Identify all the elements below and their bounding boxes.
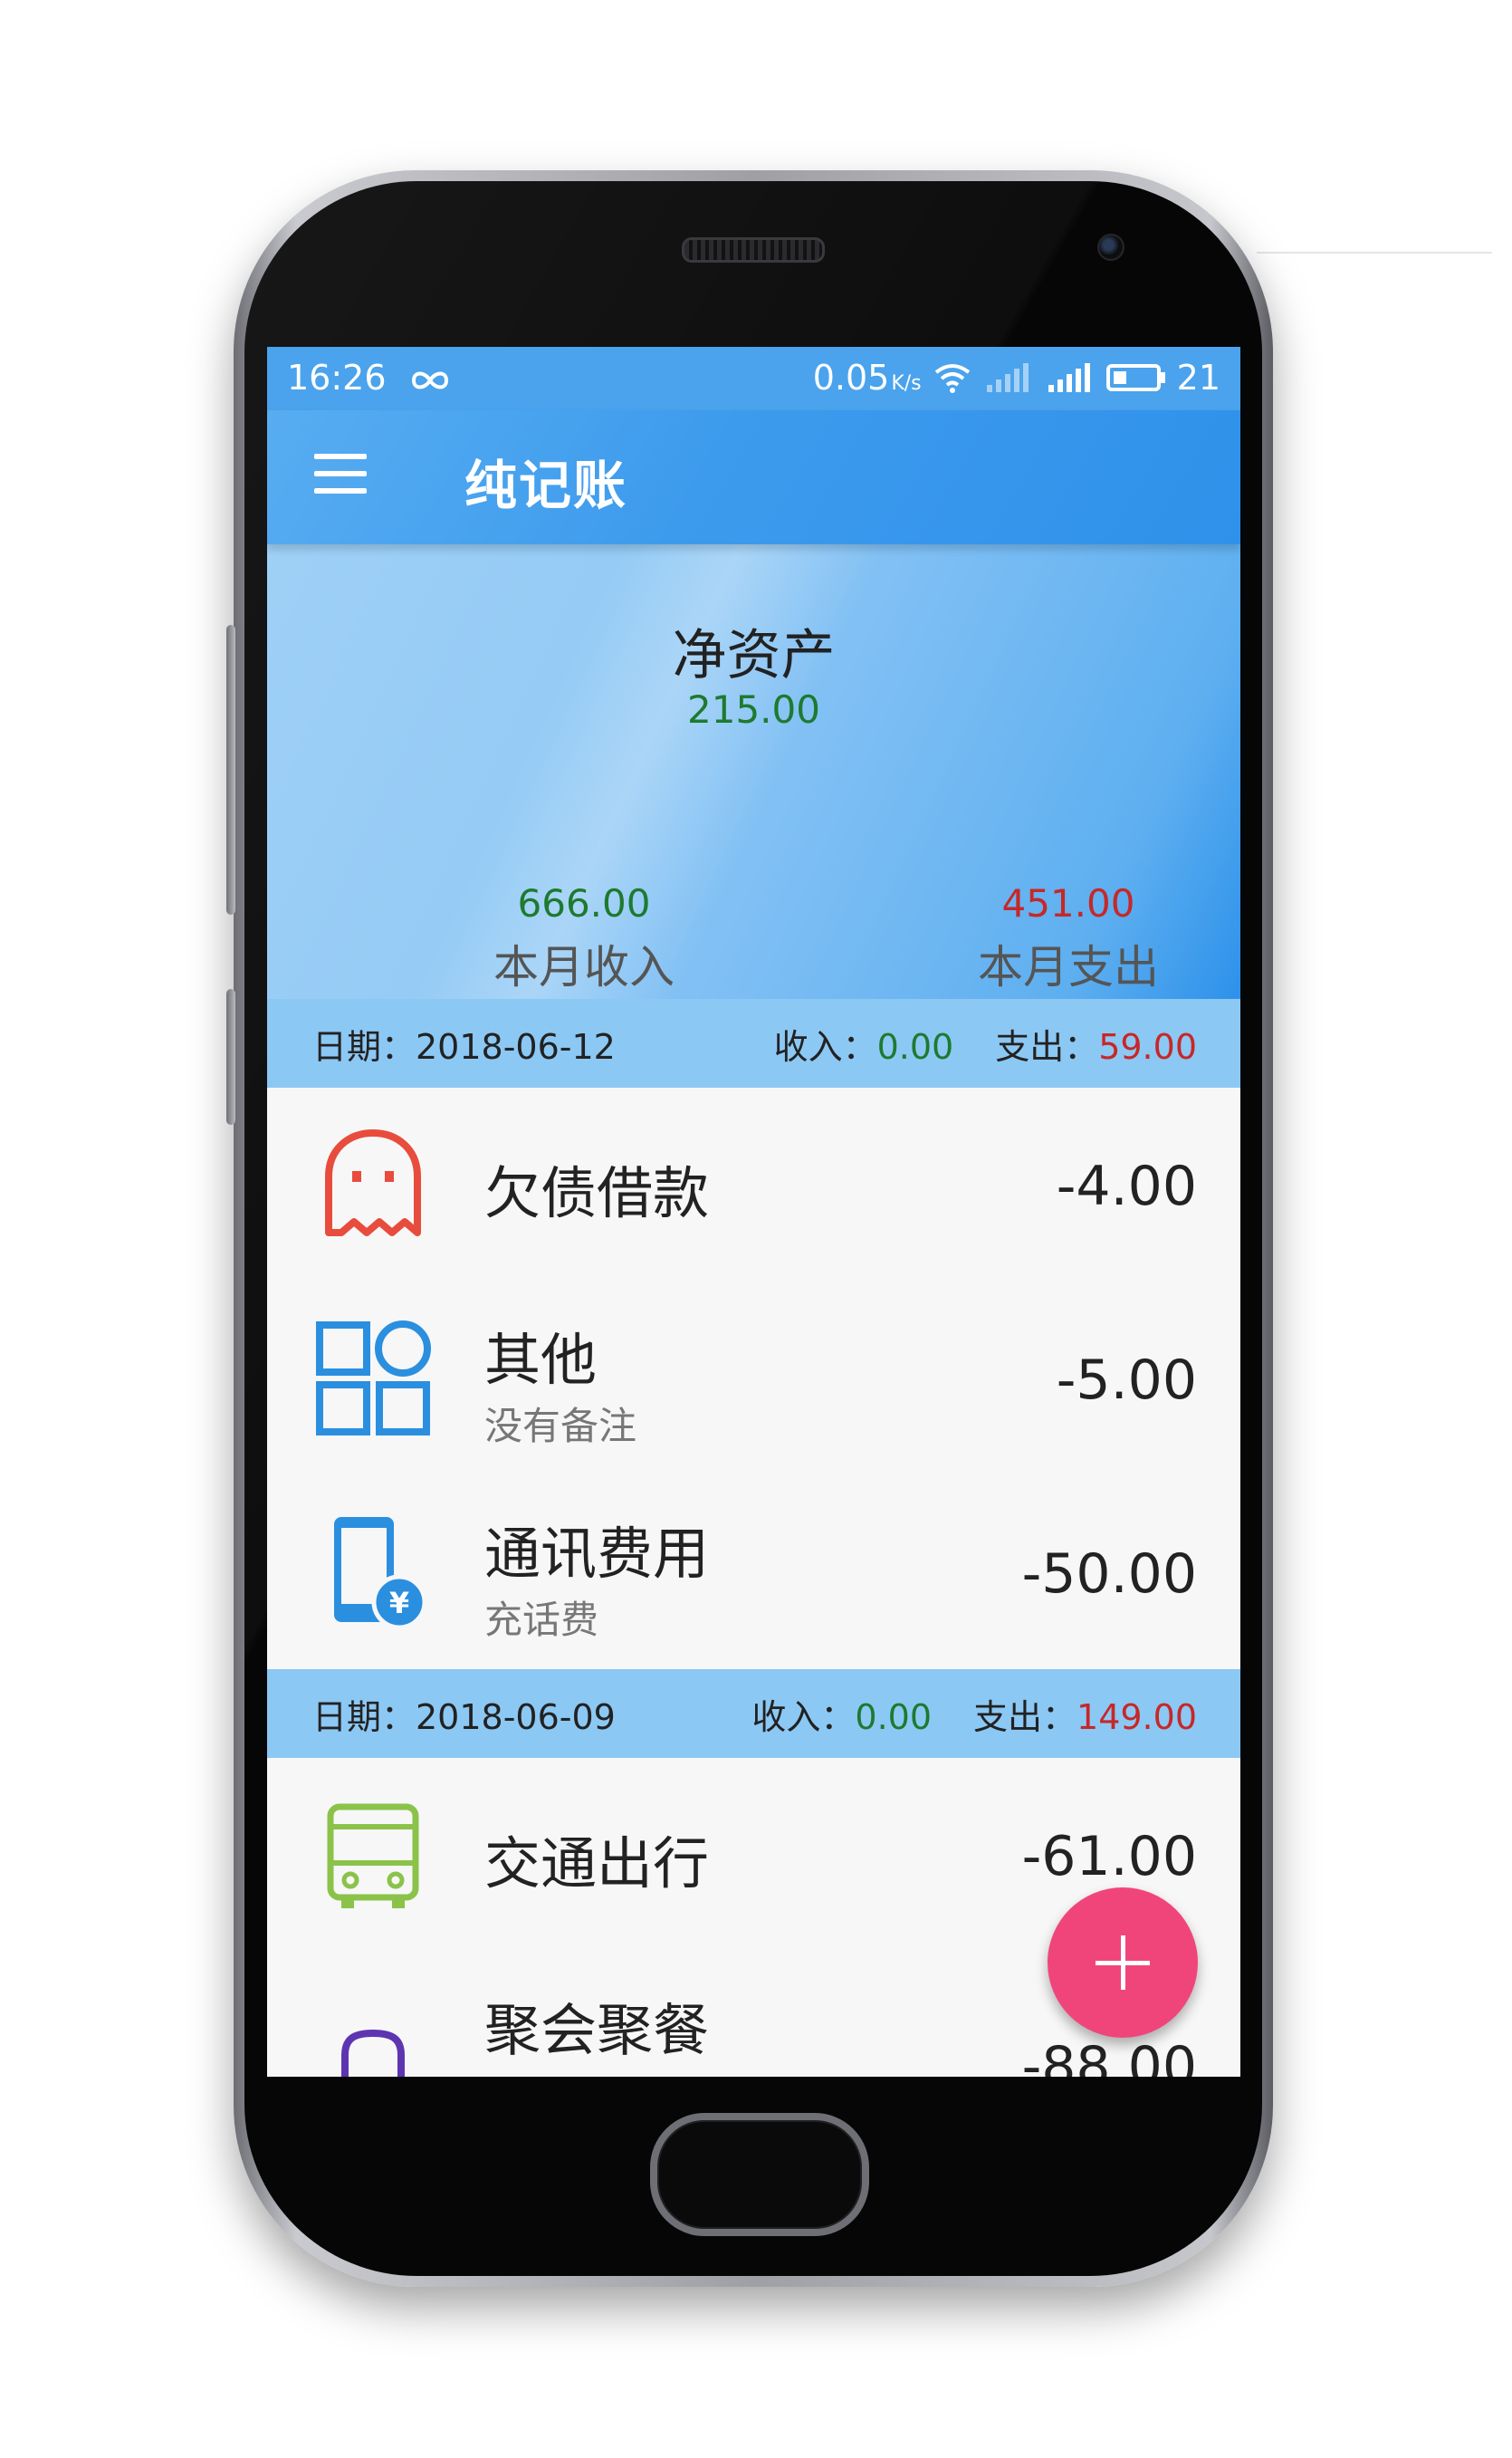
phone-yuan-icon: ¥	[334, 1517, 427, 1630]
date-header: 日期：2018-06-12 收入：0.00 支出：59.00	[267, 999, 1240, 1088]
power-button[interactable]	[226, 989, 235, 1125]
status-bar: 16:26 0.05K/s 21	[267, 347, 1240, 410]
app-title: 纯记账	[464, 455, 628, 516]
net-assets-value: 215.00	[687, 687, 820, 732]
background-divider	[1257, 252, 1492, 254]
add-record-button[interactable]	[1048, 1887, 1198, 2038]
item-note: 充话费	[484, 1598, 599, 1642]
battery-level: 21	[1176, 358, 1220, 398]
net-assets-label: 净资产	[672, 624, 836, 687]
day-income: 收入：0.00	[751, 1696, 933, 1737]
app-screen: 16:26 0.05K/s 21 纯记账 净资产 215.00 666.00 本…	[267, 347, 1240, 2077]
item-amount: -50.00	[1021, 1542, 1197, 1606]
svg-text:¥: ¥	[389, 1586, 409, 1620]
app-toolbar: 纯记账	[267, 410, 1240, 544]
item-title: 聚会聚餐	[484, 1997, 710, 2063]
front-camera	[1097, 234, 1124, 261]
net-speed: 0.05K/s	[812, 358, 922, 398]
list-item[interactable]: ¥ 通讯费用 充话费 -50.00	[267, 1475, 1240, 1671]
monthly-expense-label: 本月支出	[978, 941, 1159, 994]
monthly-expense: 451.00 本月支出	[878, 881, 1240, 996]
day-expense: 支出：149.00	[973, 1696, 1197, 1737]
item-title: 欠债借款	[484, 1160, 710, 1226]
wifi-icon	[934, 364, 970, 393]
bus-icon	[327, 1803, 419, 1908]
signal-weak-icon	[986, 363, 1029, 392]
list-item[interactable]: 其他 没有备注 -5.00	[267, 1282, 1240, 1477]
home-button[interactable]	[650, 2113, 869, 2236]
date-label: 日期：2018-06-12	[312, 1026, 616, 1067]
summary-panel: 净资产 215.00 666.00 本月收入 451.00 本月支出	[267, 544, 1240, 999]
day-expense: 支出：59.00	[995, 1026, 1197, 1067]
infinity-icon	[411, 371, 448, 389]
hat-icon	[341, 2029, 405, 2077]
item-title: 通讯费用	[484, 1521, 710, 1587]
monthly-income: 666.00 本月收入	[394, 881, 774, 996]
hamburger-menu-icon[interactable]	[314, 454, 367, 494]
item-title: 交通出行	[484, 1830, 710, 1896]
earpiece-speaker	[682, 237, 825, 263]
signal-strong-icon	[1048, 363, 1090, 392]
item-title: 其他	[484, 1327, 598, 1393]
date-header: 日期：2018-06-09 收入：0.00 支出：149.00	[267, 1669, 1240, 1758]
monthly-income-label: 本月收入	[493, 941, 675, 994]
ghost-icon	[325, 1129, 421, 1236]
item-amount: -4.00	[1056, 1155, 1197, 1218]
battery-icon	[1105, 364, 1165, 391]
list-item[interactable]: 欠债借款 -4.00	[267, 1088, 1240, 1283]
volume-up-button[interactable]	[226, 625, 235, 915]
item-amount: -88.00	[1021, 2035, 1197, 2077]
monthly-expense-value: 451.00	[1001, 881, 1135, 926]
day-income: 收入：0.00	[773, 1026, 954, 1067]
item-amount: -61.00	[1021, 1825, 1197, 1888]
status-time: 16:26	[287, 358, 387, 398]
item-note: 没有备注	[484, 1404, 637, 1448]
monthly-income-value: 666.00	[517, 881, 651, 926]
grid-shapes-icon	[316, 1320, 431, 1435]
net-speed-unit: K/s	[891, 372, 922, 395]
item-amount: -5.00	[1056, 1349, 1197, 1412]
date-label: 日期：2018-06-09	[312, 1696, 616, 1737]
